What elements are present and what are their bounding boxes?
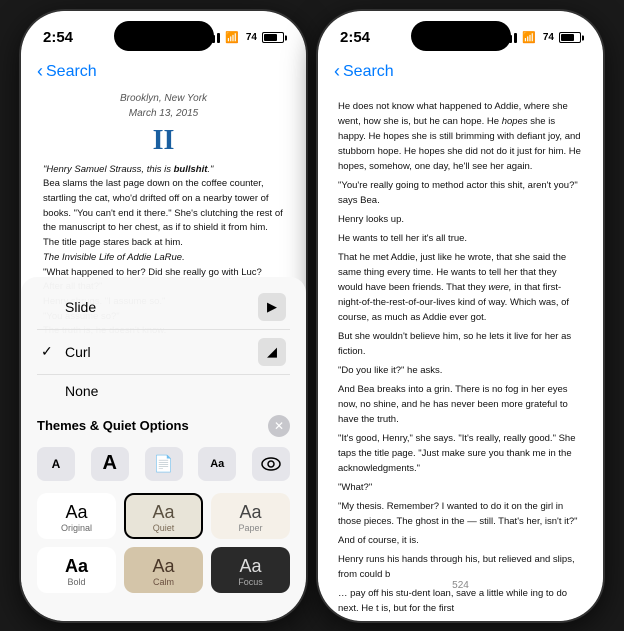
book-paragraph-right-5: That he met Addie, just like he wrote, t… bbox=[338, 250, 583, 325]
transition-menu: Slide ▶ ✓ Curl ◢ None bbox=[21, 277, 306, 407]
book-paragraph-right-10: "What?" bbox=[338, 480, 583, 495]
theme-paper[interactable]: Aa Paper bbox=[211, 493, 290, 539]
theme-paper-label: Paper bbox=[238, 523, 262, 533]
battery-icon-right bbox=[559, 32, 581, 43]
chapter-number: II bbox=[43, 127, 284, 155]
book-paragraph-right-1: He does not know what happened to Addie,… bbox=[338, 99, 583, 174]
theme-quiet[interactable]: Aa Quiet bbox=[124, 493, 203, 539]
book-location-line1: Brooklyn, New York bbox=[43, 91, 284, 106]
nav-bar-left: ‹ Search bbox=[21, 55, 306, 91]
font-large-button[interactable]: A bbox=[91, 447, 129, 481]
theme-original[interactable]: Aa Original bbox=[37, 493, 116, 539]
curl-icon-box: ◢ bbox=[258, 338, 286, 366]
none-label: None bbox=[65, 383, 98, 399]
book-paragraph-right-12: And of course, it is. bbox=[338, 533, 583, 548]
theme-bold-aa: Aa bbox=[65, 557, 88, 575]
themes-header: Themes & Quiet Options ✕ bbox=[21, 407, 306, 443]
page-number: 524 bbox=[318, 580, 603, 591]
wifi-icon-right: 📶 bbox=[522, 31, 536, 44]
theme-paper-aa: Aa bbox=[239, 503, 261, 521]
chevron-left-icon-right: ‹ bbox=[334, 61, 340, 82]
eye-icon bbox=[261, 457, 281, 471]
theme-calm-aa: Aa bbox=[152, 557, 174, 575]
theme-original-aa: Aa bbox=[65, 503, 87, 521]
left-phone: 2:54 📶 74 ‹ bbox=[21, 11, 306, 621]
book-header: Brooklyn, New York March 13, 2015 bbox=[43, 91, 284, 121]
chevron-left-icon: ‹ bbox=[37, 61, 43, 82]
theme-grid: Aa Original Aa Quiet Aa Paper bbox=[21, 489, 306, 601]
right-phone: 2:54 📶 74 ‹ bbox=[318, 11, 603, 621]
book-location-line2: March 13, 2015 bbox=[43, 106, 284, 121]
theme-calm[interactable]: Aa Calm bbox=[124, 547, 203, 593]
book-paragraph-right-8: And Bea breaks into a grin. There is no … bbox=[338, 382, 583, 427]
curl-label: Curl bbox=[65, 344, 91, 360]
book-paragraph-right-9: "It's good, Henry," she says. "It's real… bbox=[338, 431, 583, 476]
back-button-right[interactable]: ‹ Search bbox=[334, 61, 394, 82]
back-label-left: Search bbox=[46, 63, 97, 81]
theme-quiet-label: Quiet bbox=[153, 523, 175, 533]
time-left: 2:54 bbox=[43, 29, 73, 46]
theme-focus-label: Focus bbox=[238, 577, 263, 587]
book-paragraph-right-3: Henry looks up. bbox=[338, 212, 583, 227]
theme-bold[interactable]: Aa Bold bbox=[37, 547, 116, 593]
slide-label: Slide bbox=[65, 299, 96, 315]
font-small-button[interactable]: A bbox=[37, 447, 75, 481]
battery-icon-left bbox=[262, 32, 284, 43]
font-style-button[interactable]: 📄 bbox=[145, 447, 183, 481]
battery-text-left: 74 bbox=[246, 32, 257, 43]
themes-title: Themes & Quiet Options bbox=[37, 418, 189, 433]
nav-bar-right: ‹ Search bbox=[318, 55, 603, 91]
slide-icon-box: ▶ bbox=[258, 293, 286, 321]
time-right: 2:54 bbox=[340, 29, 370, 46]
bottom-overlay: Slide ▶ ✓ Curl ◢ None bbox=[21, 277, 306, 621]
theme-bold-label: Bold bbox=[67, 577, 85, 587]
menu-item-none[interactable]: None bbox=[37, 375, 290, 407]
back-button-left[interactable]: ‹ Search bbox=[37, 61, 97, 82]
book-paragraph-right-15: has: sim, and he's seen so little of it … bbox=[338, 620, 583, 621]
checkmark-curl: ✓ bbox=[41, 343, 57, 360]
theme-original-label: Original bbox=[61, 523, 92, 533]
wifi-icon: 📶 bbox=[225, 31, 239, 44]
book-paragraph-right-7: "Do you like it?" he asks. bbox=[338, 363, 583, 378]
book-paragraph-right-13: Henry runs his h​ands through his, but r… bbox=[338, 552, 583, 582]
menu-item-curl[interactable]: ✓ Curl ◢ bbox=[37, 330, 290, 375]
theme-focus-aa: Aa bbox=[239, 557, 261, 575]
menu-item-slide[interactable]: Slide ▶ bbox=[37, 285, 290, 330]
battery-text-right: 74 bbox=[543, 32, 554, 43]
book-paragraph-right-6: But she wouldn't believe him, so he lets… bbox=[338, 329, 583, 359]
dynamic-island bbox=[114, 21, 214, 51]
back-label-right: Search bbox=[343, 63, 394, 81]
font-controls: A A 📄 Aa bbox=[21, 443, 306, 489]
theme-calm-label: Calm bbox=[153, 577, 174, 587]
theme-quiet-aa: Aa bbox=[152, 503, 174, 521]
book-paragraph-right-2: "You're really going to method actor thi… bbox=[338, 178, 583, 208]
book-paragraph-right-4: He wants to tell her it's all true. bbox=[338, 231, 583, 246]
font-aa-button[interactable]: Aa bbox=[198, 447, 236, 481]
close-button[interactable]: ✕ bbox=[268, 415, 290, 437]
status-icons-left: 📶 74 bbox=[202, 31, 284, 44]
theme-focus[interactable]: Aa Focus bbox=[211, 547, 290, 593]
eye-button[interactable] bbox=[252, 447, 290, 481]
status-icons-right: 📶 74 bbox=[499, 31, 581, 44]
book-paragraph-right-11: "My thesis. Remember? I wanted to do it … bbox=[338, 499, 583, 529]
right-book-content: He does not know what happened to Addie,… bbox=[318, 91, 603, 621]
dynamic-island-right bbox=[411, 21, 511, 51]
